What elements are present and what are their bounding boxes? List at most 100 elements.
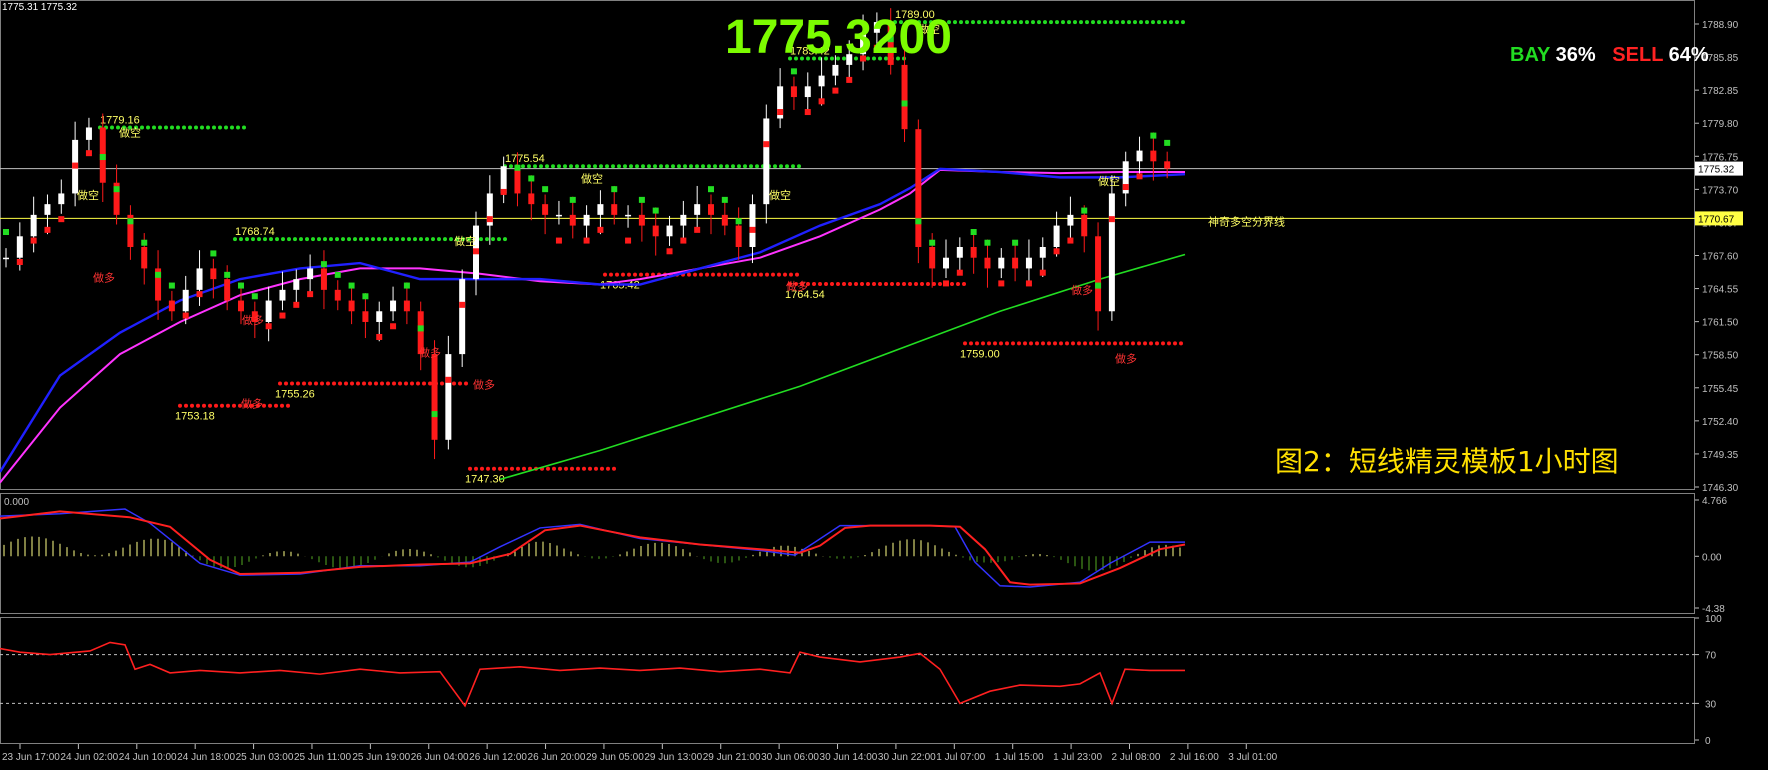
support-dot bbox=[987, 341, 991, 346]
resistance-dot bbox=[311, 237, 315, 242]
support-dot bbox=[492, 466, 496, 471]
candle-body bbox=[44, 204, 51, 215]
support-dot bbox=[202, 403, 206, 408]
resistance-dot bbox=[443, 237, 447, 242]
trend-trail-block bbox=[777, 109, 784, 116]
resistance-dot bbox=[224, 125, 228, 130]
ma-blue bbox=[0, 167, 1186, 473]
resistance-dot bbox=[701, 164, 705, 169]
support-dot bbox=[615, 272, 619, 277]
support-dot bbox=[552, 466, 556, 471]
candle-body bbox=[445, 354, 452, 440]
trend-trail-block bbox=[127, 218, 134, 225]
trend-trail-block bbox=[1025, 280, 1032, 287]
resistance-dot bbox=[242, 125, 246, 130]
trend-trail-block bbox=[514, 164, 521, 171]
trend-trail-block bbox=[625, 237, 632, 244]
trading-chart: 1788.90 1785.85 1782.85 1779.80 1776.75 1773.… bbox=[0, 0, 1768, 770]
support-dot bbox=[836, 282, 840, 287]
resistance-dot bbox=[551, 164, 555, 169]
resistance-dot bbox=[230, 125, 234, 130]
trend-trail-block bbox=[970, 229, 977, 236]
support-dot bbox=[184, 403, 188, 408]
resistance-dot bbox=[611, 164, 615, 169]
trend-trail-block bbox=[72, 162, 79, 169]
sentiment-indicator: BAY 36% SELL 64% bbox=[1510, 44, 1709, 67]
resistance-dot bbox=[635, 164, 639, 169]
resistance-dot bbox=[1157, 20, 1161, 25]
support-dot bbox=[278, 381, 282, 386]
price-y-tick-label: 1773.70 bbox=[1702, 185, 1739, 196]
resistance-dot bbox=[182, 125, 186, 130]
support-dot bbox=[1155, 341, 1159, 346]
candle-body bbox=[334, 289, 341, 301]
resistance-dot bbox=[212, 125, 216, 130]
resistance-dot bbox=[1013, 20, 1017, 25]
signal-label-buy: 做多 bbox=[1071, 283, 1093, 297]
support-dot bbox=[1143, 341, 1147, 346]
candle-body bbox=[735, 225, 742, 247]
resistance-dot bbox=[953, 20, 957, 25]
candle-body bbox=[265, 300, 272, 322]
trend-trail-block bbox=[749, 226, 756, 233]
signal-label-buy: 做多 bbox=[241, 397, 263, 411]
trend-trail-block bbox=[569, 196, 576, 203]
candle-body bbox=[721, 214, 728, 226]
trend-trail-block bbox=[694, 226, 701, 233]
support-dot bbox=[516, 466, 520, 471]
trend-trail-block bbox=[735, 218, 742, 225]
support-dot bbox=[1095, 341, 1099, 346]
support-dot bbox=[308, 381, 312, 386]
signal-label-buy: 做多 bbox=[473, 377, 495, 391]
resistance-dot bbox=[419, 237, 423, 242]
trend-trail-block bbox=[58, 216, 65, 223]
resistance-dot bbox=[737, 164, 741, 169]
resistance-dot bbox=[1181, 20, 1185, 25]
candle-body bbox=[901, 64, 908, 130]
resistance-dot bbox=[323, 237, 327, 242]
support-dot bbox=[284, 381, 288, 386]
resistance-dot bbox=[218, 125, 222, 130]
support-price-label: 1753.18 bbox=[175, 411, 215, 423]
price-y-tick-label: 1749.35 bbox=[1702, 450, 1739, 461]
macd-label: 0.000 bbox=[4, 497, 29, 508]
resistance-dot bbox=[1067, 20, 1071, 25]
candle-body bbox=[666, 225, 673, 237]
candle-body bbox=[583, 214, 590, 226]
candle-body bbox=[555, 214, 562, 217]
support-dot bbox=[464, 381, 468, 386]
support-dot bbox=[1107, 341, 1111, 346]
signal-label-sell: 做空 bbox=[581, 172, 603, 186]
resistance-dot bbox=[359, 237, 363, 242]
trend-trail-block bbox=[763, 141, 770, 148]
ma-magenta bbox=[0, 168, 1185, 484]
trend-trail-block bbox=[1053, 248, 1060, 255]
support-dot bbox=[1167, 341, 1171, 346]
trend-trail-block bbox=[583, 237, 590, 244]
support-dot bbox=[486, 466, 490, 471]
resistance-dot bbox=[989, 20, 993, 25]
support-dot bbox=[1161, 341, 1165, 346]
resistance-dot bbox=[1007, 20, 1011, 25]
candle-body bbox=[348, 300, 355, 312]
resistance-dot bbox=[773, 164, 777, 169]
support-dot bbox=[314, 381, 318, 386]
price-y-tick-label: 1752.40 bbox=[1702, 417, 1739, 428]
support-dot bbox=[576, 466, 580, 471]
trend-trail-block bbox=[30, 237, 37, 244]
support-dot bbox=[1119, 341, 1123, 346]
oscillator-panel-border bbox=[0, 617, 1695, 744]
trend-trail-block bbox=[555, 237, 562, 244]
support-dot bbox=[699, 272, 703, 277]
support-dot bbox=[753, 272, 757, 277]
support-dot bbox=[975, 341, 979, 346]
resistance-dot bbox=[299, 237, 303, 242]
support-dot bbox=[962, 282, 966, 287]
x-tick-label: 26 Jun 04:00 bbox=[411, 752, 469, 763]
support-dot bbox=[999, 341, 1003, 346]
trend-trail-block bbox=[3, 229, 9, 236]
candle-body bbox=[1164, 161, 1171, 169]
support-dot bbox=[440, 381, 444, 386]
chart-canvas: 1788.901785.851782.851779.801776.751773.… bbox=[0, 0, 1743, 763]
trend-trail-block bbox=[1108, 216, 1115, 223]
